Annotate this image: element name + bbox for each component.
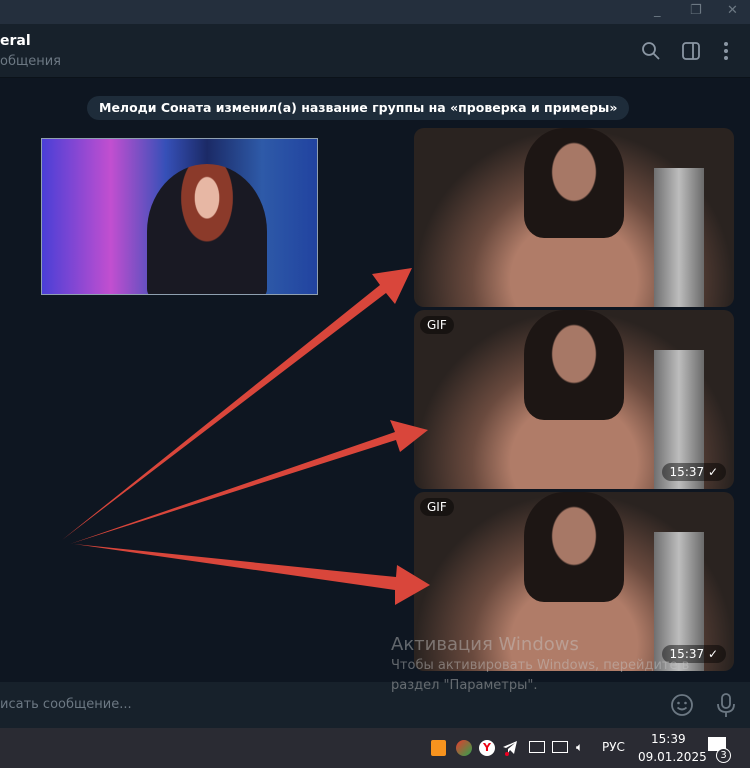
restore-button[interactable]: ❐ xyxy=(690,3,702,18)
chat-subtitle: общения xyxy=(0,54,61,69)
gif-message[interactable]: GIF 15:37 ✓ xyxy=(414,310,734,489)
chat-title[interactable]: eral xyxy=(0,33,31,49)
close-button[interactable]: ✕ xyxy=(727,3,738,18)
arrow-3 xyxy=(74,544,430,605)
microphone-icon[interactable] xyxy=(714,692,738,718)
minimize-button[interactable]: _ xyxy=(654,3,661,18)
activation-line2: раздел "Параметры". xyxy=(391,678,538,693)
composer: исать сообщение... xyxy=(0,682,750,728)
activation-line1: Чтобы активировать Windows, перейдите в xyxy=(391,658,690,673)
clock-time[interactable]: 15:39 xyxy=(651,732,686,746)
language-indicator[interactable]: РУС xyxy=(602,740,625,754)
activation-title: Активация Windows xyxy=(391,634,579,655)
taskbar: Y 🔈︎ РУС 15:39 09.01.2025 3 xyxy=(0,728,750,768)
more-menu-icon[interactable] xyxy=(715,40,737,62)
battery-icon[interactable] xyxy=(529,741,545,753)
network-icon[interactable] xyxy=(552,741,568,753)
gif-badge: GIF xyxy=(420,498,454,516)
title-bar: _ ❐ ✕ xyxy=(0,0,750,24)
browser-icon[interactable] xyxy=(456,740,472,756)
telegram-icon[interactable] xyxy=(502,740,518,756)
search-icon[interactable] xyxy=(640,40,662,62)
yandex-icon[interactable]: Y xyxy=(479,740,495,756)
notification-count: 3 xyxy=(716,748,731,763)
emoji-icon[interactable] xyxy=(670,693,694,717)
gif-badge: GIF xyxy=(420,316,454,334)
sidebar-toggle-icon[interactable] xyxy=(680,40,702,62)
message-time: 15:37 ✓ xyxy=(661,463,726,481)
pasted-image xyxy=(41,138,318,295)
chat-header: eral общения xyxy=(0,24,750,78)
gif-message[interactable] xyxy=(414,128,734,307)
service-message: Мелоди Соната изменил(а) название группы… xyxy=(87,96,630,120)
volume-icon[interactable]: 🔈︎ xyxy=(576,740,583,755)
arrow-1 xyxy=(62,268,412,540)
clock-date[interactable]: 09.01.2025 xyxy=(638,750,707,764)
odnoklassniki-icon[interactable] xyxy=(431,740,446,756)
message-input[interactable]: исать сообщение... xyxy=(0,697,132,712)
arrow-2 xyxy=(70,420,428,544)
